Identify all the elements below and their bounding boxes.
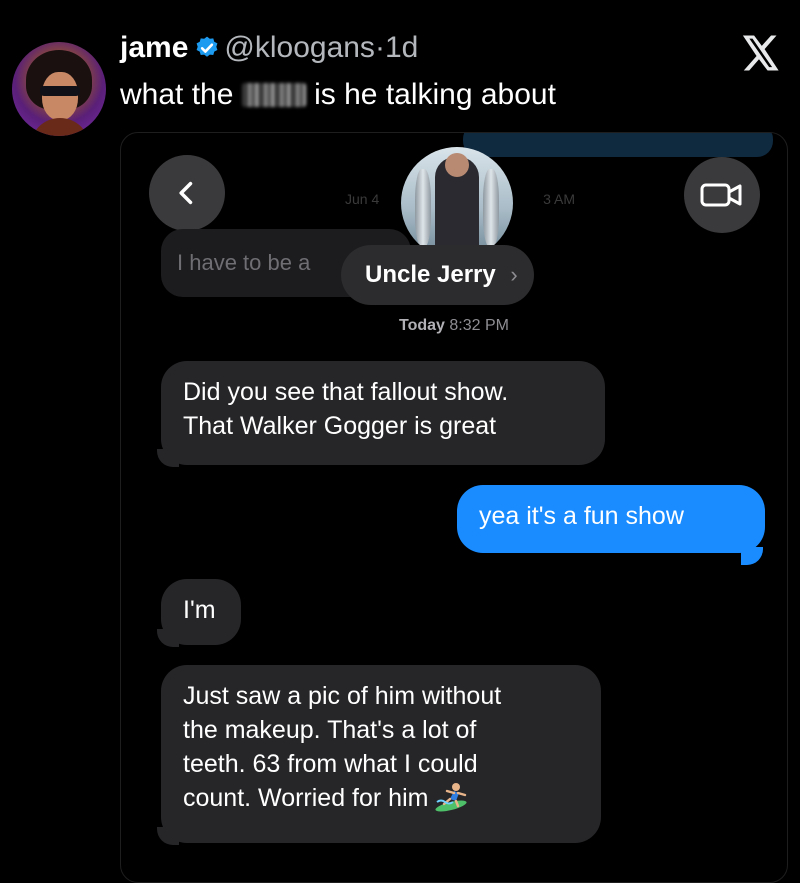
contact-name: Uncle Jerry [365, 261, 496, 288]
surfer-emoji-icon [435, 783, 468, 812]
message-line-with-emoji: count. Worried for him [183, 781, 579, 815]
verified-badge-icon [196, 36, 218, 57]
video-camera-icon [700, 183, 742, 207]
separator-dot: · [374, 31, 385, 64]
message-line: I'm [183, 596, 216, 624]
user-avatar[interactable] [12, 42, 106, 136]
attached-screenshot[interactable]: Jun 4 3 AM I have to be a Uncle Jerry › … [120, 132, 788, 883]
timestamp-time: 8:32 PM [449, 317, 509, 334]
message-line: the makeup. That's a lot of [183, 716, 477, 744]
faded-previous-bubble [463, 133, 773, 157]
message-line: teeth. 63 from what I could [183, 750, 478, 778]
message-line: count. Worried for him [183, 784, 429, 812]
contact-name-pill[interactable]: Uncle Jerry › [341, 245, 534, 305]
contact-person-head [445, 153, 469, 177]
avatar-sunglasses [40, 86, 80, 96]
message-bubble-outgoing[interactable]: yea it's a fun show [457, 485, 765, 553]
message-line: Did you see that fallout show. [183, 378, 509, 406]
facetime-video-button[interactable] [684, 157, 760, 233]
contact-photo[interactable] [401, 147, 513, 259]
faded-message-text: I have to be a [177, 250, 311, 275]
avatar-face [42, 72, 78, 120]
tweet-header: jame @kloogans·1d [120, 30, 418, 66]
message-line: yea it's a fun show [479, 502, 684, 530]
avatar-shirt [30, 118, 90, 136]
user-display-name[interactable]: jame [120, 31, 188, 64]
tweet-text-before: what the [120, 78, 234, 111]
message-line: That Walker Gogger is great [183, 412, 497, 440]
tweet-text-after: is he talking about [314, 78, 556, 111]
tweet-text: what the fuck is he talking about [120, 76, 556, 114]
user-handle[interactable]: @kloogans [224, 31, 375, 64]
fish-image-left [415, 169, 431, 247]
message-bubble-incoming[interactable]: Did you see that fallout show. That Walk… [161, 361, 605, 465]
x-logo-icon[interactable] [738, 32, 780, 74]
message-timestamp: Today 8:32 PM [121, 317, 787, 335]
back-button[interactable] [149, 155, 225, 231]
fish-image-right [483, 169, 499, 247]
faded-date-left: Jun 4 [345, 191, 380, 207]
chevron-left-icon [179, 181, 193, 205]
faded-date-right: 3 AM [543, 191, 575, 207]
message-bubble-incoming[interactable]: I'm [161, 579, 241, 645]
tweet-time[interactable]: 1d [385, 31, 418, 64]
message-line: Just saw a pic of him without [183, 682, 502, 710]
chevron-right-icon: › [510, 262, 518, 287]
timestamp-day: Today [399, 317, 445, 334]
message-bubble-incoming[interactable]: Just saw a pic of him without the makeup… [161, 665, 601, 843]
censored-word: fuck [241, 83, 306, 107]
